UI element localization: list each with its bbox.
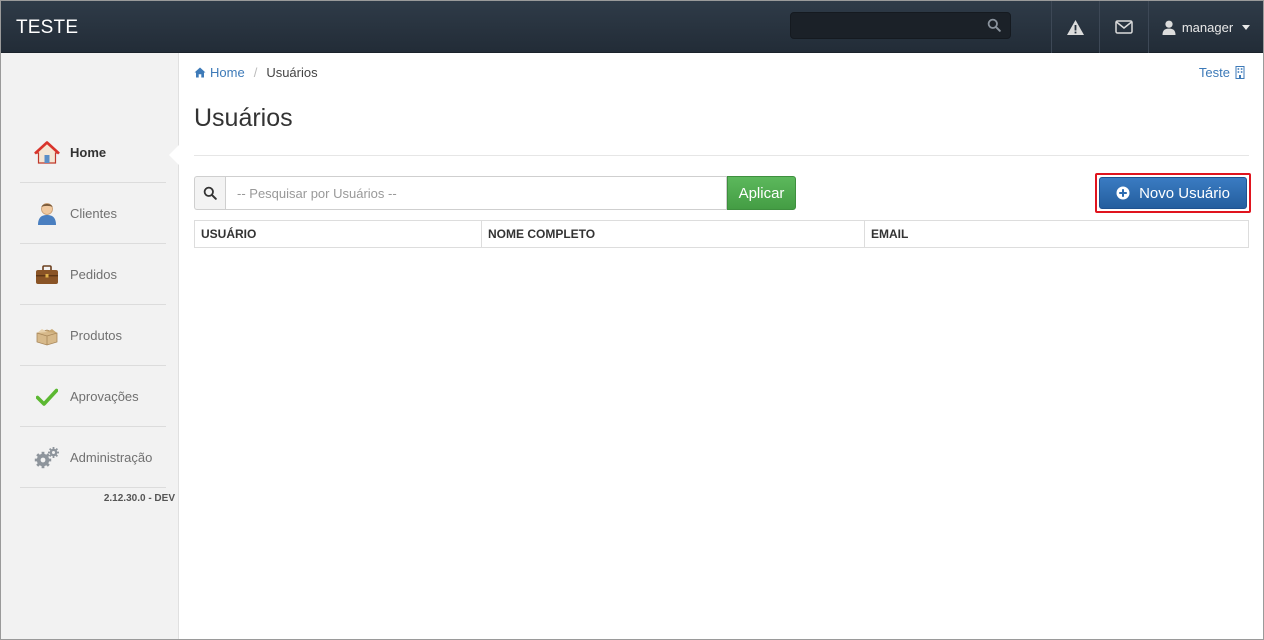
search-icon <box>203 186 217 200</box>
column-header-usuario[interactable]: USUÁRIO <box>194 220 482 248</box>
users-table: USUÁRIO NOME COMPLETO EMAIL <box>194 220 1249 248</box>
envelope-icon <box>1115 20 1133 34</box>
column-header-email[interactable]: EMAIL <box>864 220 1249 248</box>
breadcrumb-home-link[interactable]: Home <box>194 65 245 80</box>
sidebar-item-administracao[interactable]: Administração <box>20 428 166 488</box>
user-icon <box>1162 20 1176 35</box>
caret-down-icon <box>1242 24 1251 30</box>
sidebar-item-label: Produtos <box>70 328 123 343</box>
user-icon <box>34 201 60 227</box>
messages-button[interactable] <box>1100 1 1148 53</box>
gears-icon <box>34 445 60 471</box>
user-search-group: Aplicar <box>194 176 796 210</box>
breadcrumb: Home / Usuários <box>194 65 318 80</box>
organization-label: Teste <box>1198 65 1230 80</box>
highlight-box: Novo Usuário <box>1095 173 1251 213</box>
sidebar: Home Clientes Pedidos Produtos Aprovaçõe… <box>1 53 179 639</box>
new-user-label: Novo Usuário <box>1139 184 1230 202</box>
global-search-field[interactable] <box>797 16 977 35</box>
organization-link[interactable]: Teste <box>1199 65 1245 80</box>
box-icon <box>34 323 60 349</box>
sidebar-item-label: Administração <box>70 450 153 465</box>
breadcrumb-home-label: Home <box>210 65 245 80</box>
user-search-input[interactable] <box>225 176 727 210</box>
plus-circle-icon <box>1116 186 1130 200</box>
checkmark-icon <box>34 384 60 410</box>
new-user-button[interactable]: Novo Usuário <box>1099 177 1247 209</box>
breadcrumb-current: Usuários <box>266 65 318 80</box>
home-icon <box>194 67 206 78</box>
title-divider <box>194 155 1249 156</box>
version-label: 2.12.30.0 - DEV <box>103 493 175 504</box>
house-icon <box>34 140 60 166</box>
user-name: manager <box>1181 19 1234 35</box>
brand-logo[interactable]: TESTE <box>16 17 78 39</box>
briefcase-icon <box>34 262 60 288</box>
sidebar-item-clientes[interactable]: Clientes <box>20 184 166 244</box>
sidebar-item-aprovacoes[interactable]: Aprovações <box>20 367 166 427</box>
sidebar-item-label: Aprovações <box>70 389 139 404</box>
alerts-button[interactable] <box>1052 1 1099 53</box>
search-addon <box>194 176 225 210</box>
table-header-row: USUÁRIO NOME COMPLETO EMAIL <box>194 220 1249 248</box>
active-item-indicator <box>169 145 179 165</box>
breadcrumb-separator: / <box>253 65 258 80</box>
user-menu-dropdown[interactable]: manager <box>1149 1 1263 53</box>
building-icon <box>1235 66 1245 79</box>
page-title: Usuários <box>194 104 293 132</box>
global-search-input[interactable] <box>790 12 1011 39</box>
sidebar-item-label: Home <box>70 145 107 160</box>
warning-icon <box>1067 19 1084 35</box>
search-icon[interactable] <box>987 18 1001 32</box>
apply-filter-button[interactable]: Aplicar <box>727 176 796 210</box>
sidebar-item-label: Pedidos <box>70 267 117 282</box>
top-navbar: TESTE manager <box>1 1 1263 53</box>
column-header-nome-completo[interactable]: NOME COMPLETO <box>481 220 865 248</box>
sidebar-item-pedidos[interactable]: Pedidos <box>20 245 166 305</box>
app-window: TESTE manager Home Clientes Pedidos Prod… <box>0 0 1264 640</box>
sidebar-item-home[interactable]: Home <box>20 123 166 183</box>
sidebar-item-produtos[interactable]: Produtos <box>20 306 166 366</box>
sidebar-item-label: Clientes <box>70 206 117 221</box>
